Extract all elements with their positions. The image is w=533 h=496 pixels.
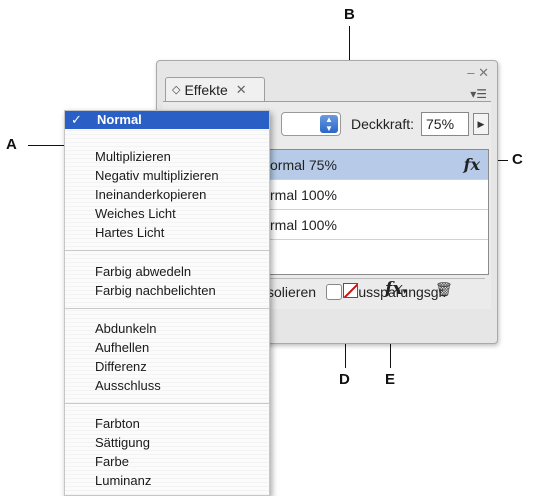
fx-button-label: fx xyxy=(385,279,403,299)
menu-item-farbig-abwedeln[interactable]: Farbig abwedeln xyxy=(95,263,191,281)
menu-separator xyxy=(65,308,269,309)
menu-item-label: Normal xyxy=(97,112,142,127)
blend-mode-select[interactable]: ▲ ▼ xyxy=(281,112,341,136)
effect-row-label: ormal 75% xyxy=(270,157,337,173)
menu-item-differenz[interactable]: Differenz xyxy=(95,358,147,376)
panel-menu-icon[interactable]: ▾☰ xyxy=(470,87,487,101)
menu-item-weiches-licht[interactable]: Weiches Licht xyxy=(95,205,176,223)
chevron-down-icon: ▾ xyxy=(402,287,407,297)
menu-item-ineinanderkopieren[interactable]: Ineinanderkopieren xyxy=(95,186,206,204)
menu-item-farbton[interactable]: Farbton xyxy=(95,415,140,433)
menu-item-negativ-multiplizieren[interactable]: Negativ multiplizieren xyxy=(95,167,219,185)
menu-item-multiplizieren[interactable]: Multiplizieren xyxy=(95,148,171,166)
blend-mode-menu: ✓ Normal Multiplizieren Negativ multipli… xyxy=(64,110,270,496)
stepper-icon: ▲ ▼ xyxy=(320,115,338,133)
opacity-label: Deckkraft: xyxy=(351,116,415,132)
tab-effects[interactable]: ◇ Effekte ✕ xyxy=(165,77,265,101)
menu-item-farbe[interactable]: Farbe xyxy=(95,453,129,471)
fx-menu-button[interactable]: fx▾ xyxy=(385,279,407,299)
menu-item-aufhellen[interactable]: Aufhellen xyxy=(95,339,149,357)
menu-separator xyxy=(65,403,269,404)
menu-item-abdunkeln[interactable]: Abdunkeln xyxy=(95,320,156,338)
menu-item-hartes-licht[interactable]: Hartes Licht xyxy=(95,224,164,242)
close-panel-icon[interactable]: ✕ xyxy=(478,65,489,80)
menu-item-normal[interactable]: ✓ Normal xyxy=(65,111,269,129)
fx-icon: fx xyxy=(463,155,480,174)
menu-item-luminanz[interactable]: Luminanz xyxy=(95,472,151,490)
check-icon: ✓ xyxy=(71,112,82,127)
effect-row-label: rmal 100% xyxy=(270,217,337,233)
callout-c-label: C xyxy=(512,151,523,168)
menu-separator xyxy=(65,250,269,251)
clear-effects-icon[interactable] xyxy=(343,283,358,298)
effect-row-label: rmal 100% xyxy=(270,187,337,203)
trash-icon[interactable]: 🗑 xyxy=(435,281,453,298)
minimize-icon[interactable]: – xyxy=(467,65,474,80)
opacity-input[interactable]: 75% xyxy=(421,112,469,136)
tab-diamond-icon: ◇ xyxy=(172,84,181,96)
close-icon[interactable]: ✕ xyxy=(236,82,247,98)
menu-item-ausschluss[interactable]: Ausschluss xyxy=(95,377,161,395)
callout-e-label: E xyxy=(385,371,396,388)
callout-a-line xyxy=(28,145,68,146)
callout-a-label: A xyxy=(6,136,17,153)
callout-d-label: D xyxy=(339,371,350,388)
tab-label: Effekte xyxy=(184,81,228,98)
menu-item-saettigung[interactable]: Sättigung xyxy=(95,434,150,452)
arrow-right-icon[interactable]: ▶ xyxy=(473,113,489,135)
menu-item-farbig-nachbelichten[interactable]: Farbig nachbelichten xyxy=(95,282,216,300)
callout-b-label: B xyxy=(344,6,355,23)
